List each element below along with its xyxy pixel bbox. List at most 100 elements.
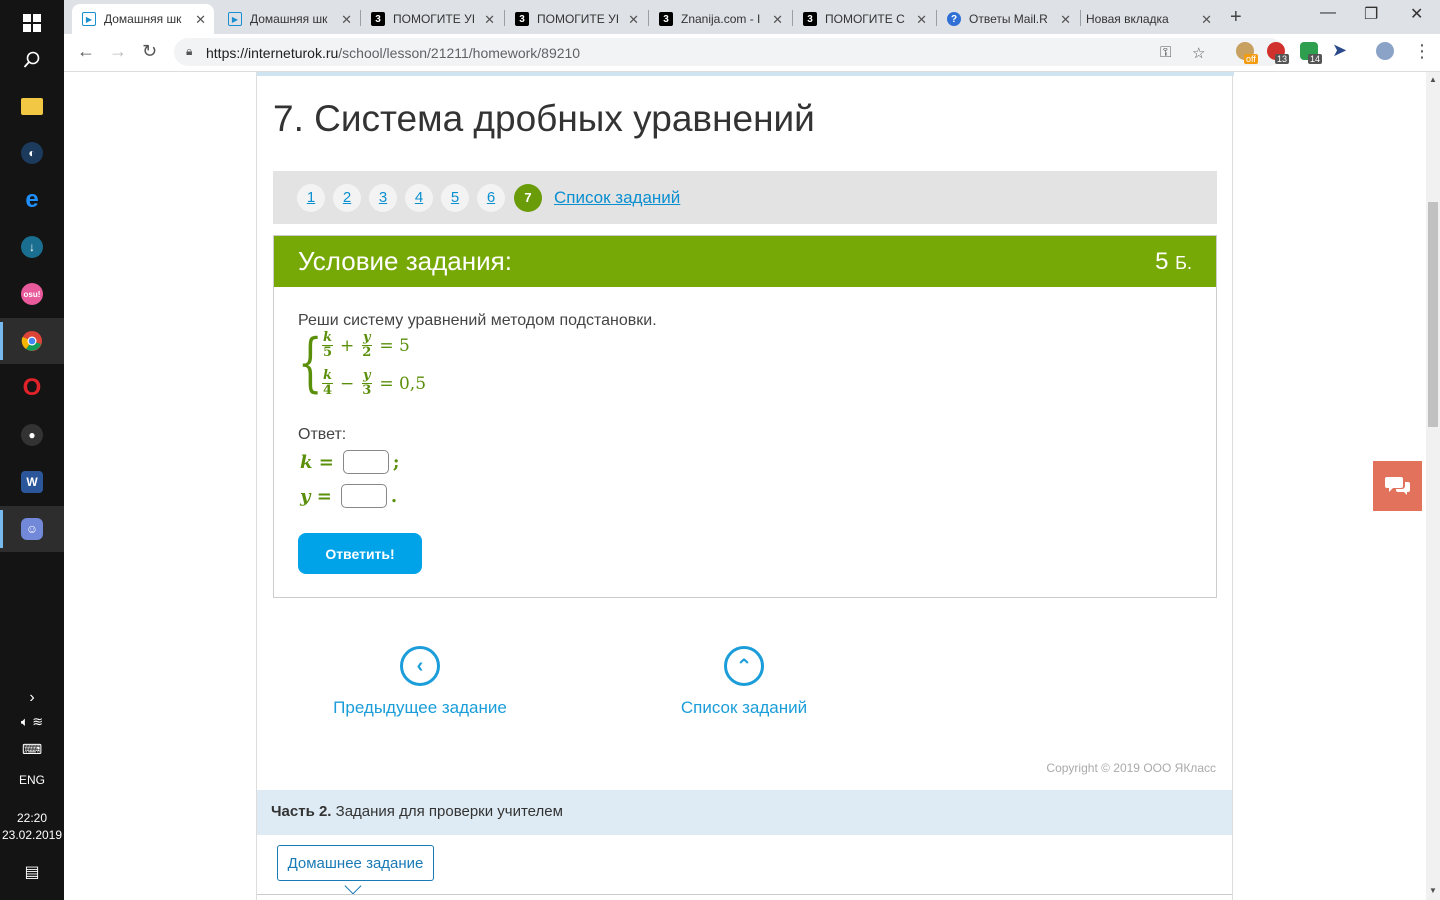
- task-pager: 1 2 3 4 5 6 7 Список заданий: [273, 171, 1217, 224]
- answer-row-k: k = ;: [300, 450, 400, 474]
- forward-arrow-icon[interactable]: →: [109, 41, 127, 62]
- part2-header: Часть 2. Задания для проверки учителем: [257, 790, 1232, 835]
- close-icon[interactable]: ✕: [341, 12, 352, 28]
- divider: [257, 894, 1232, 895]
- bookmark-star-icon[interactable]: ☆: [1192, 44, 1205, 62]
- part2-title: Часть 2. Задания для проверки учителем: [271, 803, 563, 820]
- k-answer-input[interactable]: [342, 450, 389, 474]
- reload-icon[interactable]: ↻: [142, 41, 157, 62]
- chat-icon[interactable]: [1373, 461, 1422, 511]
- volume-wifi-icon[interactable]: 🔈︎ ≋: [0, 714, 64, 730]
- browser-tab[interactable]: ▶ Домашняя шк ✕: [218, 4, 360, 34]
- new-tab-plus-icon[interactable]: +: [1230, 6, 1242, 29]
- homework-button[interactable]: Домашнее задание: [277, 845, 434, 881]
- page-scrollbar[interactable]: ▲ ▼: [1426, 72, 1440, 900]
- equation-row: k4 − y3 = 0,5: [322, 368, 427, 398]
- steam-icon[interactable]: ◐: [0, 130, 64, 176]
- interneturok-icon: ▶: [228, 12, 242, 26]
- browser-tab[interactable]: ▶ Домашняя шк ✕: [72, 4, 214, 34]
- task-header: Условие задания: 5 Б.: [274, 236, 1216, 287]
- mouse-app-icon[interactable]: ●: [0, 412, 64, 458]
- chevron-left-icon: ‹: [400, 646, 440, 686]
- close-icon[interactable]: ✕: [628, 12, 639, 28]
- browser-tab[interactable]: 3 ПОМОГИТЕ С ✕: [793, 4, 935, 34]
- close-icon[interactable]: ✕: [1201, 12, 1212, 28]
- chevron-up-icon: ⌃: [724, 646, 764, 686]
- key-icon[interactable]: ⚿: [1160, 44, 1171, 61]
- znanija-icon: 3: [371, 12, 385, 26]
- close-icon[interactable]: ✕: [916, 12, 927, 28]
- browser-tab[interactable]: Новая вкладка ✕: [1076, 4, 1220, 34]
- znanija-icon: 3: [515, 12, 529, 26]
- search-icon[interactable]: [0, 37, 64, 83]
- prev-task-link[interactable]: ‹ Предыдущее задание: [319, 646, 521, 718]
- notifications-icon[interactable]: ▤: [0, 862, 64, 882]
- prev-task-label: Предыдущее задание: [333, 698, 507, 717]
- submit-answer-button[interactable]: Ответить!: [298, 533, 422, 574]
- task-list-label: Список заданий: [680, 698, 808, 717]
- tab-title: ПОМОГИТЕ УІ: [537, 12, 620, 26]
- osu-icon[interactable]: osu!: [0, 271, 64, 317]
- pager-item[interactable]: 4: [405, 184, 433, 212]
- answer-row-y: y = .: [300, 484, 398, 508]
- address-bar[interactable]: 🔒︎ https://interneturok.ru/school/lesson…: [174, 38, 1284, 66]
- clock-time[interactable]: 22:20: [0, 811, 64, 825]
- close-window-icon[interactable]: ✕: [1410, 4, 1423, 24]
- scroll-down-icon[interactable]: ▼: [1429, 886, 1437, 895]
- browser-tab[interactable]: 3 ПОМОГИТЕ УІ ✕: [361, 4, 503, 34]
- mail-answers-icon: ?: [947, 12, 961, 26]
- close-icon[interactable]: ✕: [1060, 12, 1071, 28]
- ext-cursor-icon[interactable]: ➤: [1332, 40, 1347, 61]
- pager-item-current[interactable]: 7: [514, 184, 542, 212]
- close-icon[interactable]: ✕: [195, 12, 206, 28]
- task-list-nav-link[interactable]: ⌃ Список заданий: [657, 646, 831, 718]
- close-icon[interactable]: ✕: [772, 12, 783, 28]
- restore-icon[interactable]: ❐: [1364, 4, 1378, 24]
- close-icon[interactable]: ✕: [484, 12, 495, 28]
- tab-title: ПОМОГИТЕ С: [825, 12, 905, 26]
- edge-icon[interactable]: e: [0, 177, 64, 223]
- tab-title: Домашняя шк: [250, 12, 328, 26]
- clock-date[interactable]: 23.02.2019: [0, 828, 64, 842]
- language-indicator[interactable]: ENG: [0, 773, 64, 787]
- pager-item[interactable]: 1: [297, 184, 325, 212]
- chrome-icon[interactable]: [0, 318, 64, 364]
- pager-item[interactable]: 6: [477, 184, 505, 212]
- back-arrow-icon[interactable]: ←: [77, 41, 95, 62]
- menu-dots-icon[interactable]: ⋮: [1413, 41, 1431, 62]
- interneturok-icon: ▶: [82, 12, 96, 26]
- page-viewport: 7. Система дробных уравнений 1 2 3 4 5 6…: [64, 72, 1426, 900]
- extension-badge: off: [1244, 54, 1258, 64]
- task-points: 5 Б.: [1155, 248, 1192, 275]
- browser-tab[interactable]: 3 ПОМОГИТЕ УІ ✕: [505, 4, 647, 34]
- url-text[interactable]: https://interneturok.ru/school/lesson/21…: [206, 45, 580, 61]
- discord-icon[interactable]: ☺: [0, 506, 64, 552]
- task-card: Условие задания: 5 Б. Реши систему уравн…: [273, 235, 1217, 598]
- top-strip: [257, 72, 1234, 76]
- keyboard-icon[interactable]: ⌨: [0, 741, 64, 758]
- profile-avatar[interactable]: [1376, 42, 1394, 60]
- pager-item[interactable]: 3: [369, 184, 397, 212]
- task-list-link[interactable]: Список заданий: [554, 188, 680, 208]
- lesson-sheet: 7. Система дробных уравнений 1 2 3 4 5 6…: [256, 72, 1234, 900]
- task-heading: Условие задания:: [298, 246, 512, 276]
- browser-tab[interactable]: 3 Znanija.com - I ✕: [649, 4, 791, 34]
- download-app-icon[interactable]: ↓: [0, 224, 64, 270]
- word-icon[interactable]: W: [0, 459, 64, 505]
- scroll-up-icon[interactable]: ▲: [1429, 75, 1437, 84]
- tab-title: Ответы Mail.R: [969, 12, 1048, 26]
- task-instruction: Реши систему уравнений методом подстанов…: [298, 312, 657, 329]
- lock-icon[interactable]: 🔒︎: [186, 44, 192, 59]
- browser-toolbar: ← → ↻ 🔒︎ https://interneturok.ru/school/…: [64, 34, 1440, 72]
- browser-tab[interactable]: ? Ответы Mail.R ✕: [937, 4, 1079, 34]
- pager-item[interactable]: 5: [441, 184, 469, 212]
- page-title: 7. Система дробных уравнений: [273, 98, 815, 139]
- y-answer-input[interactable]: [340, 484, 387, 508]
- minimize-icon[interactable]: —: [1320, 4, 1336, 22]
- opera-icon[interactable]: O: [0, 365, 64, 411]
- file-explorer-icon[interactable]: [0, 83, 64, 129]
- show-hidden-icons-chevron-icon[interactable]: ›: [0, 689, 64, 707]
- answer-label: Ответ:: [298, 426, 347, 443]
- pager-item[interactable]: 2: [333, 184, 361, 212]
- scroll-thumb[interactable]: [1428, 202, 1438, 427]
